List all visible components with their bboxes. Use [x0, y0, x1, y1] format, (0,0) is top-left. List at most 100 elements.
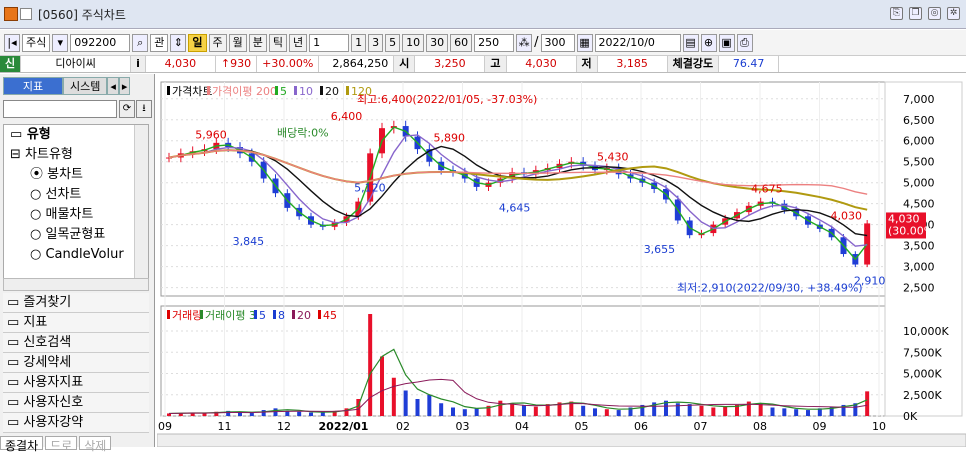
tab-prev-icon[interactable]: ◂: [107, 77, 119, 95]
radio-icon: ○: [30, 207, 46, 222]
volume-legend-item: 8: [278, 309, 285, 322]
folder-favorites[interactable]: ▭ 즐겨찾기: [3, 293, 149, 313]
x-tick-label: 05: [575, 420, 589, 433]
volume-legend-item: 거래량: [172, 309, 202, 322]
price-tick-label: 3,500: [903, 240, 935, 253]
chart-type-ichimoku[interactable]: ○ 일목균형표: [4, 225, 148, 245]
folder-signal-search[interactable]: ▭ 신호검색: [3, 333, 149, 353]
volume-bar: [368, 314, 373, 416]
search-icon[interactable]: ⌕: [132, 33, 149, 52]
minute-10-button[interactable]: 10: [402, 33, 425, 52]
zoom-icon[interactable]: ⊕: [700, 33, 717, 52]
x-tick-label: 09: [813, 420, 827, 433]
volume-bar: [522, 404, 526, 416]
low-label: 저: [576, 56, 598, 72]
chart-type-candle[interactable]: ⦿ 봉차트: [4, 165, 148, 185]
chart-type-tree: ▭ 유형 ⊟ 차트유형 ⦿ 봉차트 ○ 선차트 ○ 매물차트 ○ 일목균형표 ○…: [3, 124, 149, 286]
volume-bar: [403, 390, 408, 416]
folder-open-icon: ⊟: [10, 147, 26, 162]
period-year-button[interactable]: 년: [289, 33, 308, 52]
dividend-annotation: 배당락:0%: [277, 127, 329, 140]
price-legend-swatch: [346, 86, 349, 95]
price-annotation: 4,645: [499, 202, 531, 215]
volume-legend-item: 5: [259, 309, 266, 322]
folder-user-signals[interactable]: ▭ 사용자신호: [3, 393, 149, 413]
volume-bar: [510, 403, 515, 416]
x-tick-label: 07: [694, 420, 708, 433]
volume-bar: [865, 391, 870, 416]
minute-1-button[interactable]: 1: [351, 33, 367, 52]
window-title: [0560] 주식차트: [38, 7, 126, 22]
tree-scrollbar[interactable]: [134, 125, 148, 285]
stepper-icon[interactable]: ⇕: [170, 33, 187, 52]
save-icon[interactable]: ▣: [718, 33, 735, 52]
grid-icon[interactable]: ⁂: [516, 33, 533, 52]
period-month-button[interactable]: 월: [228, 33, 247, 52]
download-icon[interactable]: ⭳: [136, 100, 152, 118]
volume-bar: [261, 410, 266, 416]
stock-name: 디아이씨: [21, 56, 132, 72]
folder-icon: ▭: [7, 415, 24, 430]
camera-icon[interactable]: ◎: [928, 7, 941, 20]
period-week-button[interactable]: 주: [208, 33, 227, 52]
bottom-tab-draw[interactable]: 드로: [45, 436, 78, 453]
price-legend-item: 가격이평 200: [212, 85, 277, 98]
minute-5-button[interactable]: 5: [385, 33, 401, 52]
market-select[interactable]: 주식: [22, 33, 51, 52]
chart-type-volume-profile[interactable]: ○ 매물차트: [4, 205, 148, 225]
volume-bar: [273, 408, 278, 416]
date-select[interactable]: 2022/10/0: [594, 33, 681, 52]
radio-icon: ○: [30, 187, 46, 202]
nav-first-icon[interactable]: |◂: [4, 33, 20, 52]
volume-panel-frame: [160, 305, 886, 417]
tab-next-icon[interactable]: ▸: [118, 77, 131, 95]
volume-bar: [699, 405, 704, 416]
restore-icon[interactable]: ❐: [909, 7, 922, 20]
chart-type-line[interactable]: ○ 선차트: [4, 185, 148, 205]
tab-indicators[interactable]: 지표: [3, 77, 63, 95]
tree-hscrollbar[interactable]: [3, 278, 149, 291]
link-icon[interactable]: ⎘: [890, 7, 903, 20]
calc-icon[interactable]: ▦: [576, 33, 593, 52]
period-day-button[interactable]: 일: [188, 33, 207, 52]
volume-bar: [723, 406, 728, 416]
code-input[interactable]: 092200: [70, 33, 131, 52]
folder-user-indicators[interactable]: ▭ 사용자지표: [3, 373, 149, 393]
chart-icon[interactable]: ▤: [682, 33, 699, 52]
sidebar: 지표 시스템 ◂ ▸ ⟳ ⭳ ▭ 유형 ⊟ 차트유형 ⦿ 봉차트 ○ 선차트 ○…: [0, 74, 155, 453]
minute-60-button[interactable]: 60: [450, 33, 473, 52]
tree-root[interactable]: ▭ 유형: [4, 125, 148, 145]
page-input[interactable]: 300: [540, 33, 575, 52]
volume-tick-label: 2,500K: [903, 389, 942, 402]
minute-3-button[interactable]: 3: [368, 33, 384, 52]
folder-indicators[interactable]: ▭ 지표: [3, 313, 149, 333]
period-minute-button[interactable]: 분: [248, 33, 267, 52]
stock-chart-svg[interactable]: 7,0006,5006,0005,5005,0004,5004,0003,500…: [156, 74, 966, 448]
compare-button[interactable]: 관: [150, 33, 169, 52]
bottom-tab-close[interactable]: 종결차: [0, 436, 44, 453]
info-icon[interactable]: i: [131, 56, 146, 72]
folder-icon: ▭: [7, 295, 24, 310]
tree-group[interactable]: ⊟ 차트유형: [4, 145, 148, 165]
minute-30-button[interactable]: 30: [426, 33, 449, 52]
display-count-input[interactable]: 250: [474, 33, 515, 52]
count-select[interactable]: 1: [309, 33, 350, 52]
indicator-search-input[interactable]: [3, 100, 117, 118]
folder-user-strength[interactable]: ▭ 사용자강약: [3, 413, 149, 433]
chart-type-candlevolume[interactable]: ○ CandleVolur: [4, 245, 148, 265]
tab-system[interactable]: 시스템: [63, 77, 108, 95]
settings-gear-icon[interactable]: ✲: [947, 7, 960, 20]
print-icon[interactable]: ⎙: [736, 33, 753, 52]
volume-bar: [439, 403, 444, 416]
volume-bar: [249, 413, 254, 416]
refresh-icon[interactable]: ⟳: [119, 100, 135, 118]
dropdown-icon[interactable]: ▾: [52, 33, 69, 52]
slash-separator: /: [534, 35, 539, 50]
chart-area[interactable]: 7,0006,5006,0005,5005,0004,5004,0003,500…: [156, 74, 966, 448]
volume-bar: [238, 412, 242, 416]
folder-strength[interactable]: ▭ 강세약세: [3, 353, 149, 373]
volume-bar: [474, 408, 479, 416]
period-tick-button[interactable]: 틱: [268, 33, 287, 52]
volume-legend-swatch: [167, 310, 170, 319]
bottom-tab-delete[interactable]: 삭제: [79, 436, 112, 453]
